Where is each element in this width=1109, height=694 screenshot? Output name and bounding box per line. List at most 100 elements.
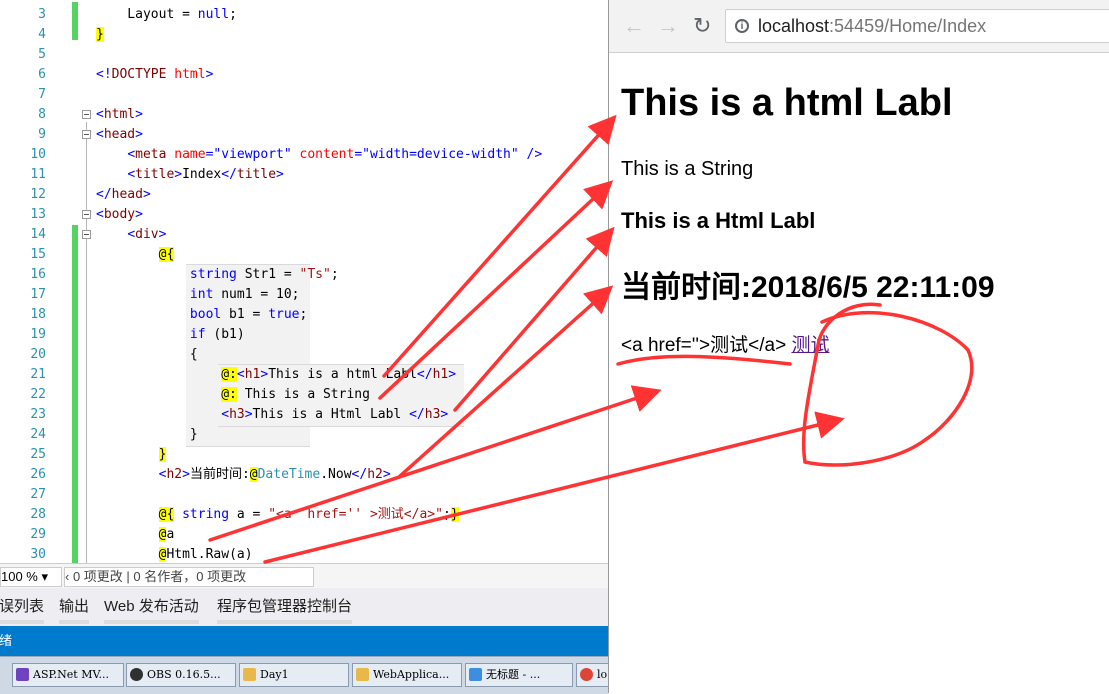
collapse-icon[interactable] bbox=[82, 130, 91, 139]
line-number: 26 bbox=[30, 467, 46, 482]
line-number: 16 bbox=[30, 267, 46, 282]
code-text: Layout = null; bbox=[96, 7, 237, 22]
tab-web-publish[interactable]: Web 发布活动 bbox=[104, 594, 199, 624]
taskbar-item-label: OBS 0.16.5... bbox=[147, 668, 221, 681]
taskbar-item-label: ASP.Net MV... bbox=[33, 668, 109, 681]
back-icon[interactable]: ← bbox=[623, 14, 645, 38]
line-number: 7 bbox=[38, 87, 46, 102]
status-text: 就绪 bbox=[0, 633, 13, 648]
code-text: @{ bbox=[158, 247, 175, 262]
collapse-icon[interactable] bbox=[82, 230, 91, 239]
line-number: 9 bbox=[38, 127, 46, 142]
code-text: { bbox=[96, 347, 198, 362]
code-text: } bbox=[96, 427, 198, 442]
codelens-changes[interactable]: ‹ 0 项更改 | 0 名作者，0 项更改 bbox=[64, 567, 314, 587]
code-line: 14 <div> bbox=[0, 225, 608, 245]
code-line: 21 @:<h1>This is a html Labl</h1> bbox=[0, 365, 608, 385]
code-line: 9 <head> bbox=[0, 125, 608, 145]
code-editor[interactable]: 3 Layout = null; 4} 5 6 <!DOCTYPE html> 7 8 <ht… bbox=[0, 0, 608, 563]
line-number: 21 bbox=[30, 367, 46, 382]
code-text: @a bbox=[158, 527, 175, 542]
code-line: 19 if (b1) bbox=[0, 325, 608, 345]
page-h2-time: 当前时间:2018/6/5 22:11:09 bbox=[621, 271, 995, 304]
code-text: </head> bbox=[96, 187, 151, 202]
code-text: <body> bbox=[96, 207, 143, 222]
line-number: 25 bbox=[30, 447, 46, 462]
line-number: 18 bbox=[30, 307, 46, 322]
code-text: @: This is a String bbox=[221, 387, 370, 402]
page-h1: This is a html Labl bbox=[621, 82, 953, 124]
code-line: 17 int num1 = 10; bbox=[0, 285, 608, 305]
code-text: @{ string a = "<a href='' >测试</a>";} bbox=[158, 507, 459, 522]
code-text: <!DOCTYPE html> bbox=[96, 67, 214, 82]
taskbar-item-label: lo bbox=[597, 668, 608, 681]
code-text: } bbox=[96, 27, 104, 42]
code-text: @Html.Raw(a) bbox=[158, 547, 253, 562]
line-number: 6 bbox=[38, 67, 46, 82]
line-number: 17 bbox=[30, 287, 46, 302]
code-line: 29 @a bbox=[0, 525, 608, 545]
folder-icon bbox=[243, 668, 256, 681]
tab-output[interactable]: 输出 bbox=[59, 594, 90, 624]
code-line: 15 @{ bbox=[0, 245, 608, 265]
line-number: 15 bbox=[30, 247, 46, 262]
line-number: 30 bbox=[30, 547, 46, 562]
taskbar-item-label: Day1 bbox=[260, 668, 289, 681]
taskbar-item[interactable]: 无标题 - ... bbox=[465, 663, 573, 687]
line-number: 29 bbox=[30, 527, 46, 542]
line-number: 28 bbox=[30, 507, 46, 522]
taskbar-item[interactable]: OBS 0.16.5... bbox=[126, 663, 236, 687]
collapse-icon[interactable] bbox=[82, 210, 91, 219]
code-line: 18 bool b1 = true; bbox=[0, 305, 608, 325]
address-bar[interactable]: i localhost:54459/Home/Index bbox=[725, 9, 1109, 43]
folder-icon bbox=[356, 668, 369, 681]
forward-icon[interactable]: → bbox=[657, 14, 679, 38]
test-link[interactable]: 测试 bbox=[791, 335, 829, 356]
tab-error-list[interactable]: 错误列表 bbox=[0, 594, 45, 624]
code-text: } bbox=[158, 447, 167, 462]
chrome-icon bbox=[580, 668, 593, 681]
code-text: <div> bbox=[127, 227, 167, 242]
code-text: bool b1 = true; bbox=[189, 307, 308, 322]
editor-status-strip: 100 % ▾ ‹ 0 项更改 | 0 名作者，0 项更改 bbox=[0, 563, 608, 588]
collapse-icon[interactable] bbox=[82, 110, 91, 119]
line-number: 19 bbox=[30, 327, 46, 342]
taskbar: ASP.Net MV... OBS 0.16.5... Day1 WebAppl… bbox=[0, 656, 616, 694]
code-text: <title>Index</title> bbox=[127, 167, 284, 182]
code-text: int num1 = 10; bbox=[189, 287, 300, 302]
code-line: 22 @: This is a String bbox=[0, 385, 608, 405]
url-text: localhost:54459/Home/Index bbox=[758, 16, 986, 37]
page-string: This is a String bbox=[621, 158, 754, 180]
taskbar-item[interactable]: ASP.Net MV... bbox=[12, 663, 124, 687]
notepad-icon bbox=[469, 668, 482, 681]
code-line: 24 } bbox=[0, 425, 608, 445]
line-number: 3 bbox=[38, 7, 46, 22]
code-line: 12 </head> bbox=[0, 185, 608, 205]
line-number: 23 bbox=[30, 407, 46, 422]
line-number: 13 bbox=[30, 207, 46, 222]
raw-output: <a href=''>测试</a> 测试 bbox=[621, 330, 829, 357]
code-text: string Str1 = "Ts"; bbox=[189, 267, 339, 282]
line-number: 11 bbox=[30, 167, 46, 182]
reload-icon[interactable]: ↻ bbox=[693, 14, 711, 38]
line-number: 22 bbox=[30, 387, 46, 402]
zoom-value: 100 % bbox=[1, 569, 38, 584]
line-number: 5 bbox=[38, 47, 46, 62]
line-number: 4 bbox=[38, 27, 46, 42]
app-icon bbox=[130, 668, 143, 681]
zoom-select[interactable]: 100 % ▾ bbox=[0, 567, 62, 587]
code-text: <h3>This is a Html Labl </h3> bbox=[221, 407, 449, 422]
url-host: localhost bbox=[758, 16, 830, 36]
browser-toolbar: ← → ↻ i localhost:54459/Home/Index bbox=[609, 0, 1109, 53]
code-line: 10 <meta name="viewport" content="width=… bbox=[0, 145, 608, 165]
code-line: 13 <body> bbox=[0, 205, 608, 225]
line-number: 20 bbox=[30, 347, 46, 362]
taskbar-item[interactable]: Day1 bbox=[239, 663, 349, 687]
page-h3: This is a Html Labl bbox=[621, 208, 816, 233]
line-number: 14 bbox=[30, 227, 46, 242]
code-line: 25 } bbox=[0, 445, 608, 465]
taskbar-item[interactable]: WebApplica... bbox=[352, 663, 462, 687]
code-text: <html> bbox=[96, 107, 143, 122]
info-icon[interactable]: i bbox=[735, 19, 749, 33]
tab-package-manager-console[interactable]: 程序包管理器控制台 bbox=[217, 594, 353, 624]
